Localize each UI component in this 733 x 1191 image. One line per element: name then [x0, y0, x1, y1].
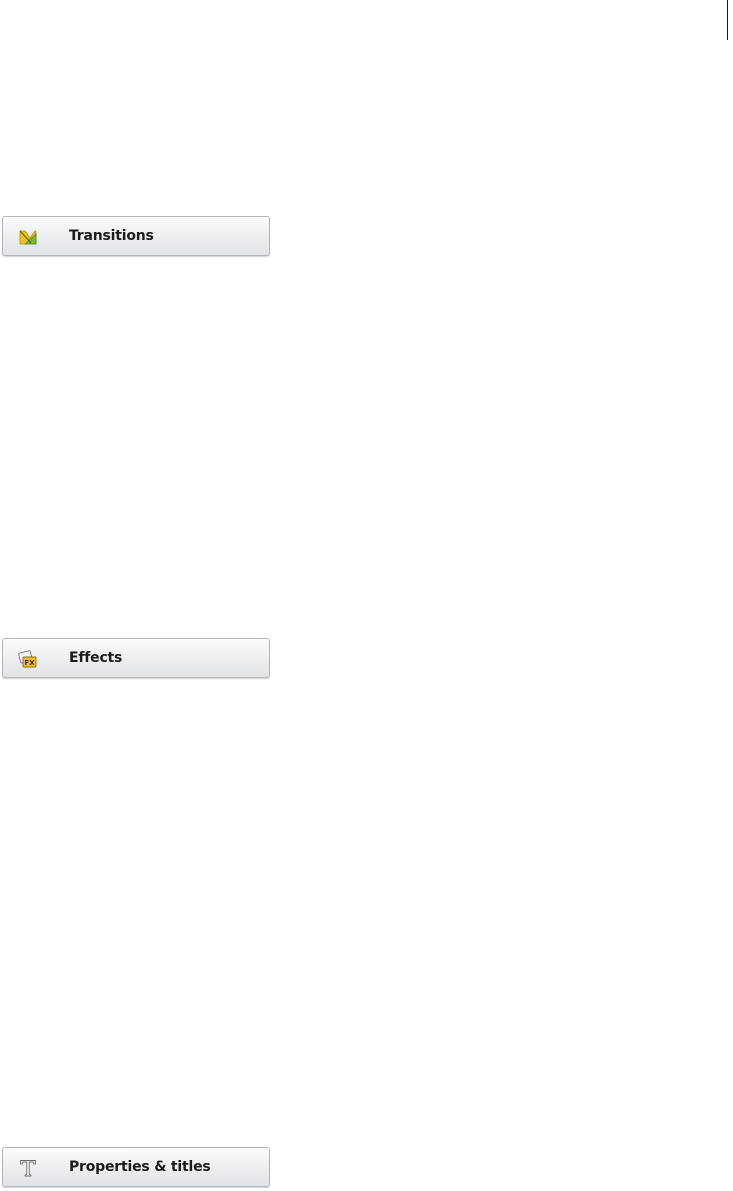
- transitions-button[interactable]: Transitions: [2, 216, 270, 256]
- svg-text:FX: FX: [24, 659, 35, 667]
- text-t-icon: [18, 1158, 38, 1178]
- effects-label: Effects: [69, 650, 123, 666]
- transition-icon: [18, 227, 38, 247]
- window-edge-divider: [727, 0, 728, 40]
- fx-effects-icon: FX: [18, 649, 38, 669]
- properties-titles-label: Properties & titles: [69, 1159, 211, 1175]
- properties-titles-button[interactable]: Properties & titles: [2, 1147, 270, 1187]
- effects-button[interactable]: FX Effects: [2, 638, 270, 678]
- transitions-label: Transitions: [69, 228, 154, 244]
